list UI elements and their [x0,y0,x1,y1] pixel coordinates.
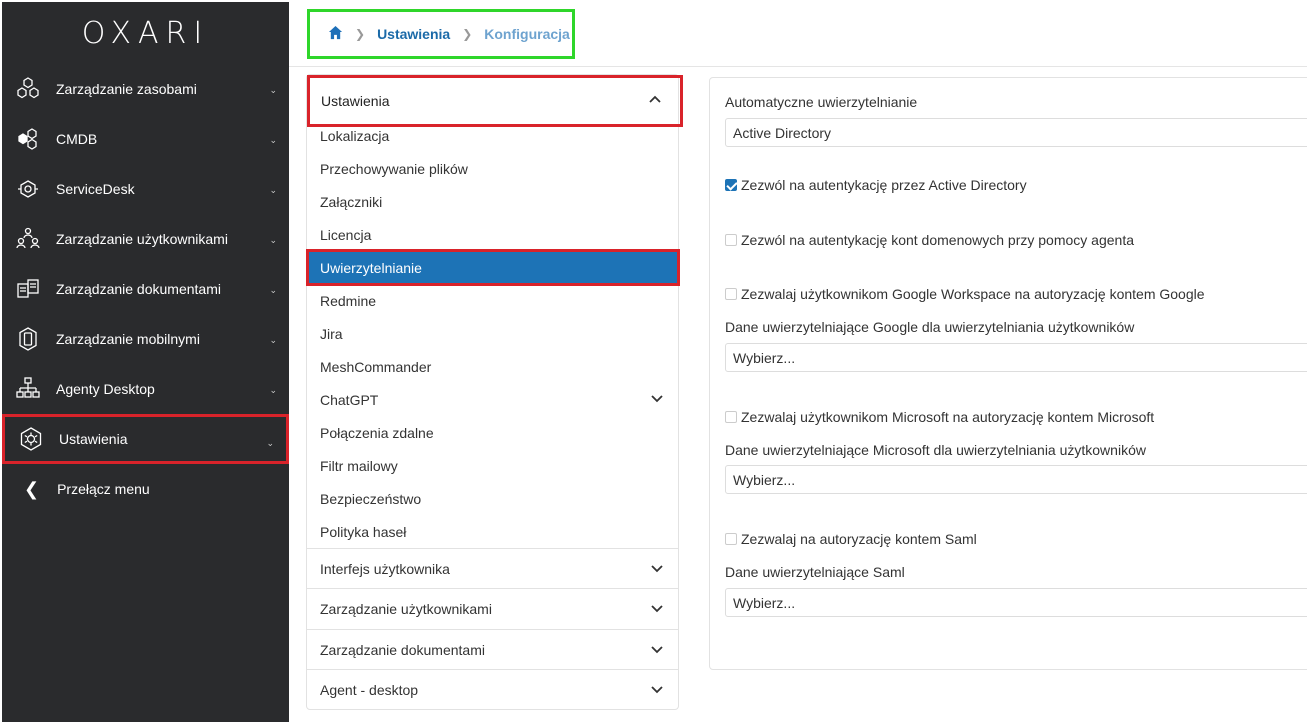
sidebar-item-mobile[interactable]: Zarządzanie mobilnymi ⌄ [2,314,289,364]
header-divider [289,66,1307,67]
sidebar-item-cmdb[interactable]: CMDB ⌄ [2,114,289,164]
menu-group-interfejs[interactable]: Interfejs użytkownika [307,548,678,589]
menu-item-redmine[interactable]: Redmine [307,284,678,317]
saml-cred-label: Dane uwierzytelniające Saml [725,564,905,580]
network-icon [14,375,42,403]
authentication-settings: Automatyczne uwierzytelnianie Active Dir… [709,77,1307,670]
auto-auth-select[interactable]: Active Directory [725,118,1307,147]
sidebar-item-label: CMDB [56,131,98,147]
documents-icon [14,275,42,303]
gear-icon [17,425,45,453]
microsoft-cred-label: Dane uwierzytelniające Microsoft dla uwi… [725,442,1146,458]
menu-group-agent[interactable]: Agent - desktop [307,669,678,710]
breadcrumb-configuration: Konfiguracja [484,26,570,42]
chevron-down-icon: ⌄ [266,438,274,448]
menu-item-zalaczniki[interactable]: Załączniki [307,185,678,218]
checkbox-unchecked[interactable] [725,288,737,300]
menu-group-users[interactable]: Zarządzanie użytkownikami [307,588,678,629]
menu-group-label: Zarządzanie użytkownikami [320,601,492,617]
checkbox-label: Zezwól na autentykację przez Active Dire… [741,177,1027,193]
breadcrumb-settings[interactable]: Ustawienia [377,26,450,42]
sidebar-item-label: Zarządzanie mobilnymi [56,331,200,347]
menu-item-polaczenia[interactable]: Połączenia zdalne [307,416,678,449]
saml-auth-checkbox[interactable]: Zezwalaj na autoryzację kontem Saml [725,531,977,547]
menu-item-bezpieczenstwo[interactable]: Bezpieczeństwo [307,482,678,515]
settings-menu: Ustawienia Lokalizacja Przechowywanie pl… [306,74,683,710]
sidebar-item-label: Ustawienia [59,431,128,447]
chevron-down-icon [650,682,664,699]
chevron-down-icon: ⌄ [269,285,277,295]
menu-item-licencja[interactable]: Licencja [307,218,678,251]
headset-icon [14,175,42,203]
sidebar-item-label: Zarządzanie dokumentami [56,281,221,297]
menu-item-label: ChatGPT [320,391,379,408]
menu-item-przechowywanie[interactable]: Przechowywanie plików [307,152,678,185]
microsoft-cred-select[interactable]: Wybierz... [725,465,1307,494]
chevron-right-icon: ❯ [462,27,473,41]
chevron-down-icon [650,561,664,578]
checkbox-label: Zezwalaj użytkownikom Google Workspace n… [741,286,1205,302]
menu-section-label: Ustawienia [321,93,390,109]
sidebar: OXARI Zarządzanie zasobami ⌄ CMDB ⌄ Serv… [2,2,289,722]
sidebar-item-label: ServiceDesk [56,181,135,197]
checkbox-unchecked[interactable] [725,411,737,423]
chevron-down-icon: ⌄ [269,85,277,95]
saml-cred-select[interactable]: Wybierz... [725,588,1307,617]
chevron-down-icon: ⌄ [269,135,277,145]
menu-item-uwierzytelnianie[interactable]: Uwierzytelnianie [306,249,680,286]
chevron-down-icon [650,642,664,659]
menu-group-documents[interactable]: Zarządzanie dokumentami [307,629,678,670]
menu-item-lokalizacja[interactable]: Lokalizacja [307,119,678,152]
sidebar-item-agents[interactable]: Agenty Desktop ⌄ [2,364,289,414]
google-cred-select[interactable]: Wybierz... [725,343,1307,372]
menu-item-polityka[interactable]: Polityka haseł [307,515,678,548]
ad-auth-checkbox[interactable]: Zezwól na autentykację przez Active Dire… [725,177,1027,193]
users-icon [14,225,42,253]
google-cred-label: Dane uwierzytelniające Google dla uwierz… [725,319,1135,335]
chevron-down-icon: ⌄ [269,235,277,245]
microsoft-auth-checkbox[interactable]: Zezwalaj użytkownikom Microsoft na autor… [725,409,1154,425]
sidebar-item-settings[interactable]: Ustawienia ⌄ [2,414,289,464]
google-auth-checkbox[interactable]: Zezwalaj użytkownikom Google Workspace n… [725,286,1205,302]
toggle-menu-button[interactable]: ❮ Przełącz menu [2,464,289,514]
menu-item-jira[interactable]: Jira [307,317,678,350]
sidebar-item-label: Zarządzanie użytkownikami [56,231,228,247]
logo-text: OXARI [81,15,210,51]
checkbox-label: Zezwól na autentykację kont domenowych p… [741,232,1134,248]
menu-group-label: Interfejs użytkownika [320,561,450,577]
domain-auth-checkbox[interactable]: Zezwól na autentykację kont domenowych p… [725,232,1134,248]
checkbox-label: Zezwalaj użytkownikom Microsoft na autor… [741,409,1155,425]
breadcrumb: ❯ Ustawienia ❯ Konfiguracja [307,9,575,59]
sidebar-item-documents[interactable]: Zarządzanie dokumentami ⌄ [2,264,289,314]
chevron-down-icon [650,601,664,618]
chevron-down-icon: ⌄ [269,185,277,195]
chevron-down-icon: ⌄ [269,335,277,345]
menu-item-chatgpt[interactable]: ChatGPT [307,383,678,416]
checkbox-unchecked[interactable] [725,234,737,246]
chevron-down-icon [650,391,664,408]
hexagons-icon [14,75,42,103]
menu-item-filtr[interactable]: Filtr mailowy [307,449,678,482]
auto-auth-label: Automatyczne uwierzytelnianie [725,94,918,110]
chevron-left-icon: ❮ [24,478,40,499]
cmdb-icon [14,125,42,153]
sidebar-item-users[interactable]: Zarządzanie użytkownikami ⌄ [2,214,289,264]
menu-group-label: Zarządzanie dokumentami [320,642,485,658]
sidebar-item-label: Agenty Desktop [56,381,155,397]
checkbox-label: Zezwalaj na autoryzację kontem Saml [741,531,977,547]
chevron-up-icon [648,92,662,109]
mobile-icon [14,325,42,353]
checkbox-checked[interactable] [725,179,737,191]
sidebar-item-zasoby[interactable]: Zarządzanie zasobami ⌄ [2,64,289,114]
home-icon[interactable] [328,25,343,43]
menu-group-label: Agent - desktop [320,682,419,698]
sidebar-item-label: Zarządzanie zasobami [56,81,197,97]
sidebar-item-servicedesk[interactable]: ServiceDesk ⌄ [2,164,289,214]
logo[interactable]: OXARI [2,2,289,64]
menu-item-meshcommander[interactable]: MeshCommander [307,350,678,383]
chevron-right-icon: ❯ [355,27,366,41]
chevron-down-icon: ⌄ [269,385,277,395]
checkbox-unchecked[interactable] [725,533,737,545]
toggle-menu-label: Przełącz menu [57,481,150,497]
